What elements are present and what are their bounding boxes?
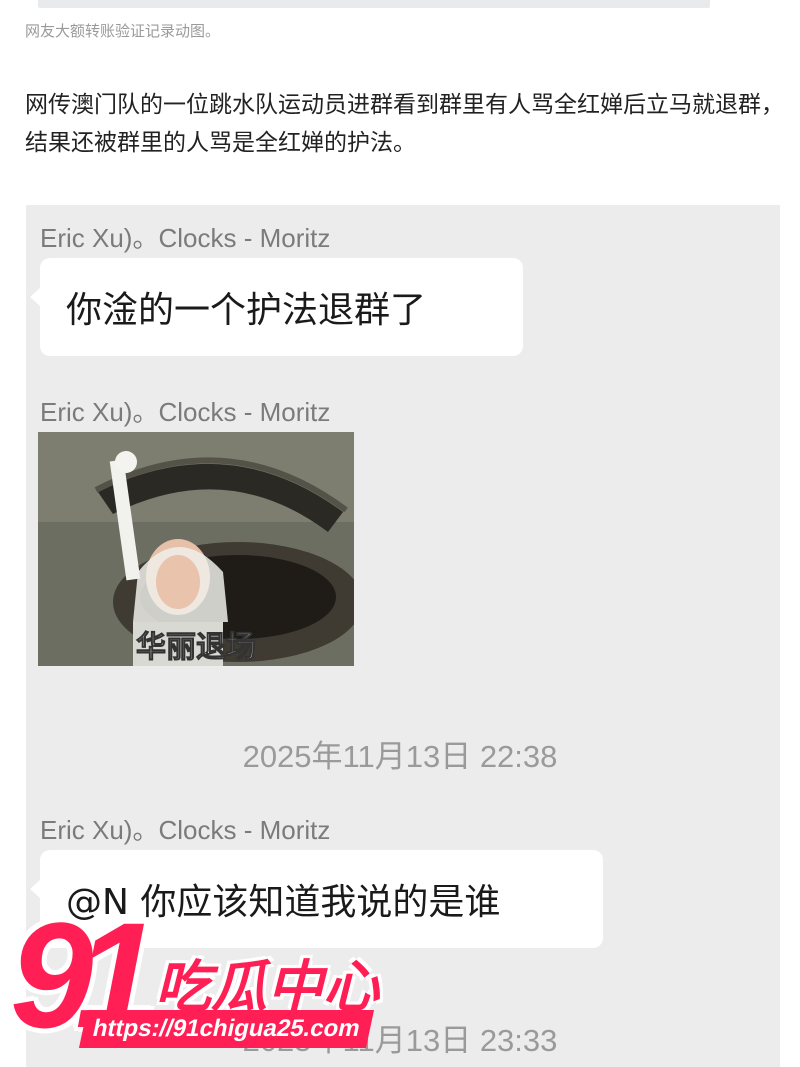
previous-image-edge (38, 0, 710, 8)
watermark-url: https://91chigua25.com (78, 1010, 374, 1048)
sticker-image[interactable]: 华丽退场 (38, 432, 354, 666)
sticker-caption: 华丽退场 (136, 630, 256, 665)
chat-sender-name: Eric Xu)。Clocks - Moritz (40, 815, 331, 845)
chat-timestamp: 2025年11月13日 22:38 (242, 739, 558, 774)
sticker-illustration: 华丽退场 (38, 432, 354, 666)
chat-sender-name: Eric Xu)。Clocks - Moritz (40, 223, 331, 253)
chat-message-text: 你淦的一个护法退群了 (66, 290, 427, 331)
image-caption: 网友大额转账验证记录动图。 (25, 22, 221, 40)
chat-message-bubble[interactable]: 你淦的一个护法退群了 (30, 258, 523, 356)
article-paragraph: 网传澳门队的一位跳水队运动员进群看到群里有人骂全红婵后立马就退群，结果还被群里的… (25, 92, 784, 156)
chat-sender-name: Eric Xu)。Clocks - Moritz (40, 397, 331, 427)
